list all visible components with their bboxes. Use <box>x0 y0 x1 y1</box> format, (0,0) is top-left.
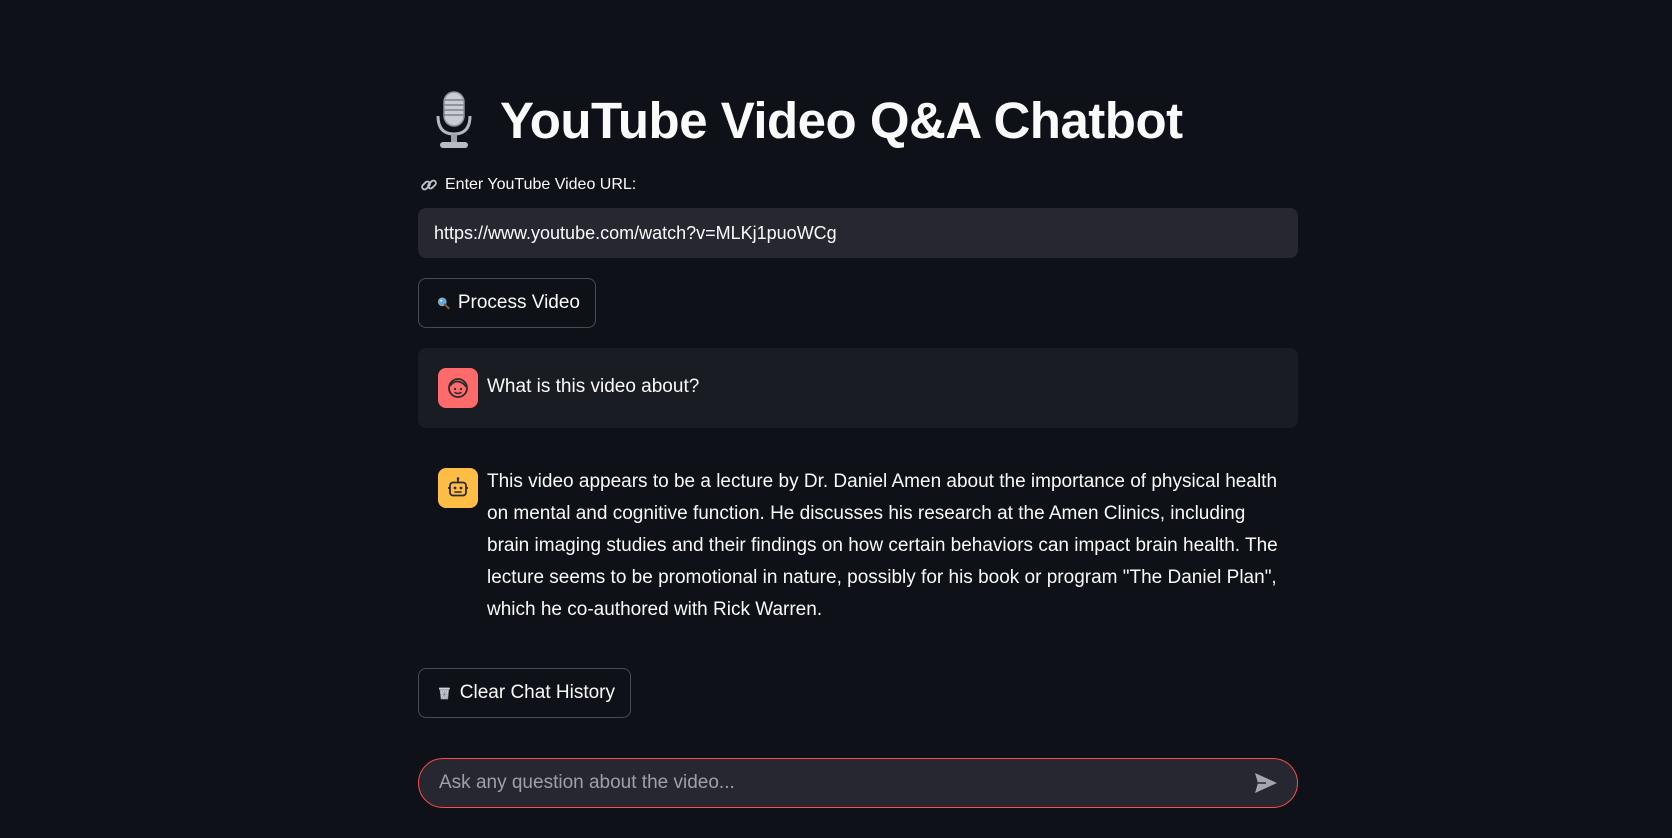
magnifier-icon <box>437 297 450 310</box>
main-container: YouTube Video Q&A Chatbot Enter YouTube … <box>418 0 1298 838</box>
chat-input-box[interactable] <box>418 758 1298 808</box>
send-icon <box>1255 773 1277 793</box>
url-field-label-text: Enter YouTube Video URL: <box>445 176 637 193</box>
send-button[interactable] <box>1253 770 1279 796</box>
link-icon <box>421 179 437 191</box>
user-avatar <box>438 368 478 408</box>
clear-chat-history-button[interactable]: Clear Chat History <box>418 668 631 718</box>
wastebasket-icon <box>439 687 450 700</box>
microphone-icon <box>436 91 472 148</box>
user-message: What is this video about? <box>418 348 1298 428</box>
process-video-button[interactable]: Process Video <box>418 278 596 328</box>
user-message-text: What is this video about? <box>487 376 700 397</box>
youtube-url-input[interactable]: https://www.youtube.com/watch?v=MLKj1puo… <box>418 208 1298 258</box>
chat-question-input[interactable] <box>437 771 1253 795</box>
clear-chat-history-button-label: Clear Chat History <box>459 682 615 703</box>
youtube-url-value: https://www.youtube.com/watch?v=MLKj1puo… <box>434 222 837 243</box>
assistant-avatar <box>438 468 478 508</box>
page-title-text: YouTube Video Q&A Chatbot <box>500 91 1183 149</box>
robot-icon <box>448 477 468 497</box>
page-title: YouTube Video Q&A Chatbot <box>432 84 1183 156</box>
assistant-message-text: This video appears to be a lecture by Dr… <box>487 471 1278 620</box>
url-field-label: Enter YouTube Video URL: <box>420 176 636 194</box>
process-video-button-label: Process Video <box>457 292 580 313</box>
user-face-icon <box>448 378 468 398</box>
